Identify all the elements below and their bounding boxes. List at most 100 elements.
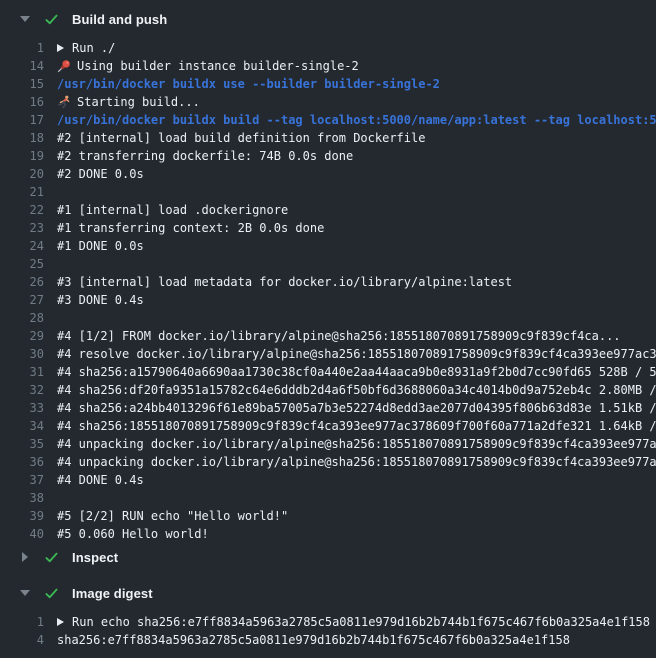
log-line-body: #4 sha256:a24bb4013296f61e89ba57005a7b3e…	[57, 399, 656, 417]
section-header-inspect[interactable]: Inspect	[0, 543, 656, 571]
chevron-down-icon	[19, 16, 31, 22]
check-icon	[44, 12, 59, 27]
line-number[interactable]: 1	[0, 613, 44, 631]
log-line-body: #4 unpacking docker.io/library/alpine@sh…	[57, 453, 656, 471]
log-line-body: Run echo sha256:e7ff8834a5963a2785c5a081…	[57, 613, 656, 631]
log-row: 15/usr/bin/docker buildx use --builder b…	[0, 75, 656, 93]
section-header-build-and-push[interactable]: Build and push	[0, 5, 656, 33]
log-row: 24 #1 DONE 0.0s	[0, 237, 656, 255]
log-row: 20 #2 DONE 0.0s	[0, 165, 656, 183]
log-row-run-command[interactable]: 1 Run ./	[0, 39, 656, 57]
log-command-text: /usr/bin/docker buildx use --builder bui…	[57, 75, 440, 93]
line-number[interactable]: 28	[0, 309, 44, 327]
log-text: #4 resolve docker.io/library/alpine@sha2…	[57, 345, 656, 363]
log-text: sha256:e7ff8834a5963a2785c5a0811e979d16b…	[57, 631, 570, 649]
chevron-right-icon	[22, 552, 28, 562]
line-number[interactable]: 16	[0, 93, 44, 111]
section-header-image-digest[interactable]: Image digest	[0, 579, 656, 607]
log-line-body: #2 transferring dockerfile: 74B 0.0s don…	[57, 147, 656, 165]
log-text: Starting build...	[77, 93, 200, 111]
line-number[interactable]: 25	[0, 255, 44, 273]
log-text: #4 [1/2] FROM docker.io/library/alpine@s…	[57, 327, 621, 345]
line-number[interactable]: 17	[0, 111, 44, 129]
line-number[interactable]: 21	[0, 183, 44, 201]
line-number[interactable]: 15	[0, 75, 44, 93]
log-text: Run echo sha256:e7ff8834a5963a2785c5a081…	[72, 613, 650, 631]
chevron-down-icon	[19, 590, 31, 596]
log-line-body: #5 0.060 Hello world!	[57, 525, 656, 543]
log-row: 38	[0, 489, 656, 507]
line-number[interactable]: 36	[0, 453, 44, 471]
line-number[interactable]: 14	[0, 57, 44, 75]
log-text: #1 DONE 0.0s	[57, 237, 144, 255]
line-number[interactable]: 24	[0, 237, 44, 255]
log-line-body: /usr/bin/docker buildx use --builder bui…	[57, 75, 656, 93]
log-row: 4 sha256:e7ff8834a5963a2785c5a0811e979d16…	[0, 631, 656, 649]
log-text: #1 [internal] load .dockerignore	[57, 201, 288, 219]
log-line-body: #2 DONE 0.0s	[57, 165, 656, 183]
log-text: #4 sha256:df20fa9351a15782c64e6dddb2d4a6…	[57, 381, 656, 399]
log-row: 30 #4 resolve docker.io/library/alpine@sh…	[0, 345, 656, 363]
line-number[interactable]: 30	[0, 345, 44, 363]
line-number[interactable]: 32	[0, 381, 44, 399]
line-number[interactable]: 20	[0, 165, 44, 183]
log-row: 28	[0, 309, 656, 327]
log-line-body: #2 [internal] load build definition from…	[57, 129, 656, 147]
log-text: Run ./	[72, 39, 115, 57]
log-line-body: #3 [internal] load metadata for docker.i…	[57, 273, 656, 291]
chevron-right-icon	[19, 552, 31, 562]
line-number[interactable]: 39	[0, 507, 44, 525]
log-row: 33 #4 sha256:a24bb4013296f61e89ba57005a7b…	[0, 399, 656, 417]
line-number[interactable]: 19	[0, 147, 44, 165]
log-text: #3 DONE 0.4s	[57, 291, 144, 309]
workflow-log-viewer: Build and push 1 Run ./14Using builder ins…	[0, 0, 656, 658]
log-text: #4 sha256:a24bb4013296f61e89ba57005a7b3e…	[57, 399, 656, 417]
check-icon	[44, 550, 59, 565]
section-title: Inspect	[72, 550, 118, 565]
log-text: #5 [2/2] RUN echo "Hello world!"	[57, 507, 288, 525]
log-text: #5 0.060 Hello world!	[57, 525, 209, 543]
log-text: #4 sha256:a15790640a6690aa1730c38cf0a440…	[57, 363, 656, 381]
log-row: 18 #2 [internal] load build definition fr…	[0, 129, 656, 147]
log-row: 39 #5 [2/2] RUN echo "Hello world!"	[0, 507, 656, 525]
log-text: #2 [internal] load build definition from…	[57, 129, 425, 147]
log-text: #2 DONE 0.0s	[57, 165, 144, 183]
line-number[interactable]: 1	[0, 39, 44, 57]
log-row: 14Using builder instance builder-single-…	[0, 57, 656, 75]
line-number[interactable]: 22	[0, 201, 44, 219]
log-row-run-command[interactable]: 1 Run echo sha256:e7ff8834a5963a2785c5a08…	[0, 613, 656, 631]
log-line-body: /usr/bin/docker buildx build --tag local…	[57, 111, 656, 129]
line-number[interactable]: 34	[0, 417, 44, 435]
section-title: Build and push	[72, 12, 167, 27]
line-number[interactable]: 40	[0, 525, 44, 543]
line-number[interactable]: 29	[0, 327, 44, 345]
line-number[interactable]: 33	[0, 399, 44, 417]
log-row: 27 #3 DONE 0.4s	[0, 291, 656, 309]
log-block-image-digest: 1 Run echo sha256:e7ff8834a5963a2785c5a08…	[0, 607, 656, 649]
log-line-body: #4 unpacking docker.io/library/alpine@sh…	[57, 435, 656, 453]
log-row: 36 #4 unpacking docker.io/library/alpine@…	[0, 453, 656, 471]
line-number[interactable]: 27	[0, 291, 44, 309]
log-row: 25	[0, 255, 656, 273]
line-number[interactable]: 38	[0, 489, 44, 507]
line-number[interactable]: 35	[0, 435, 44, 453]
log-text: #1 transferring context: 2B 0.0s done	[57, 219, 324, 237]
log-text: #4 unpacking docker.io/library/alpine@sh…	[57, 435, 656, 453]
log-line-body: #1 DONE 0.0s	[57, 237, 656, 255]
log-row: 32 #4 sha256:df20fa9351a15782c64e6dddb2d4…	[0, 381, 656, 399]
line-number[interactable]: 18	[0, 129, 44, 147]
section-title: Image digest	[72, 586, 153, 601]
line-number[interactable]: 37	[0, 471, 44, 489]
log-line-body: #4 sha256:df20fa9351a15782c64e6dddb2d4a6…	[57, 381, 656, 399]
log-row: 40 #5 0.060 Hello world!	[0, 525, 656, 543]
log-line-body: Starting build...	[57, 93, 656, 111]
line-number[interactable]: 26	[0, 273, 44, 291]
line-number[interactable]: 4	[0, 631, 44, 649]
line-number[interactable]: 31	[0, 363, 44, 381]
log-line-body: #4 DONE 0.4s	[57, 471, 656, 489]
log-line-body: #4 sha256:185518070891758909c9f839cf4ca3…	[57, 417, 656, 435]
log-text: #4 sha256:185518070891758909c9f839cf4ca3…	[57, 417, 656, 435]
check-icon	[44, 586, 59, 601]
log-row: 29 #4 [1/2] FROM docker.io/library/alpine…	[0, 327, 656, 345]
line-number[interactable]: 23	[0, 219, 44, 237]
